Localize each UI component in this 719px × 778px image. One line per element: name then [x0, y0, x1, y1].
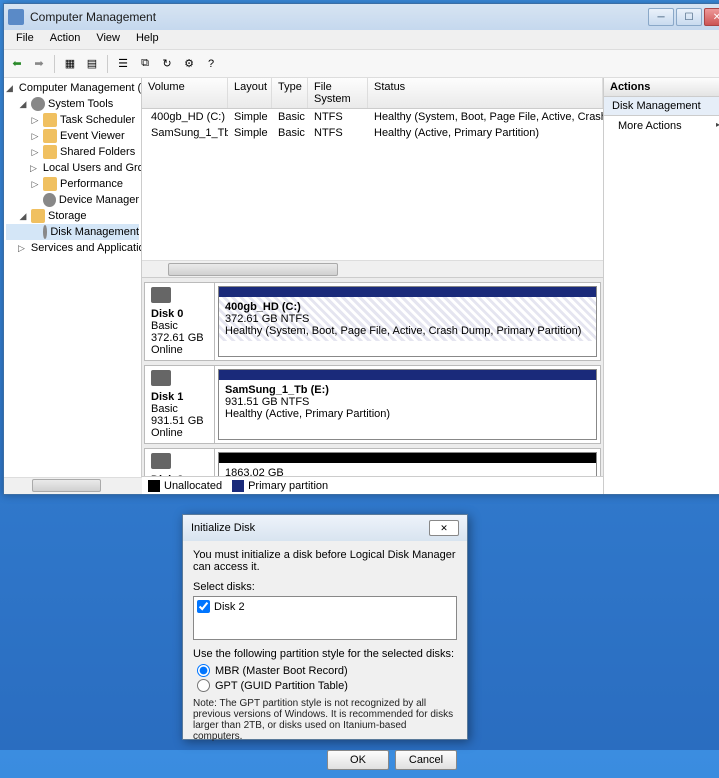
folder-icon: [43, 129, 57, 143]
computer-management-window: Computer Management ─ ☐ ✕ File Action Vi…: [3, 3, 719, 495]
actions-panel: Actions Disk Management▴ More Actions▸: [604, 78, 719, 494]
tree-services[interactable]: Services and Applications: [31, 242, 142, 254]
volume-list[interactable]: Volume Layout Type File System Status 40…: [142, 78, 603, 278]
titlebar[interactable]: Computer Management ─ ☐ ✕: [4, 4, 719, 30]
col-type[interactable]: Type: [272, 78, 308, 108]
disk-listbox[interactable]: Disk 2: [193, 596, 457, 640]
forward-button[interactable]: ➡: [30, 55, 48, 73]
tree-root[interactable]: Computer Management (Local: [19, 82, 142, 94]
menubar: File Action View Help: [4, 30, 719, 50]
gpt-note: Note: The GPT partition style is not rec…: [193, 698, 457, 742]
maximize-button[interactable]: ☐: [676, 8, 702, 26]
toolbar-icon-4[interactable]: ⧉: [136, 55, 154, 73]
tree-task[interactable]: Task Scheduler: [60, 114, 135, 126]
legend-unallocated-swatch: [148, 480, 160, 492]
gpt-radio-row[interactable]: GPT (GUID Partition Table): [197, 679, 453, 692]
minimize-button[interactable]: ─: [648, 8, 674, 26]
mbr-radio[interactable]: [197, 664, 210, 677]
device-icon: [43, 193, 56, 207]
folder-icon: [43, 145, 57, 159]
gpt-radio[interactable]: [197, 679, 210, 692]
disk-icon: [151, 287, 171, 303]
actions-more[interactable]: More Actions▸: [604, 116, 719, 136]
tree-scrollbar[interactable]: [4, 477, 142, 494]
menu-file[interactable]: File: [8, 30, 42, 49]
tree-storage[interactable]: Storage: [48, 210, 87, 222]
disk-row[interactable]: Disk 0Basic372.61 GBOnline 400gb_HD (C:)…: [144, 282, 601, 361]
tree-diskmgmt[interactable]: Disk Management: [50, 226, 139, 238]
storage-icon: [31, 209, 45, 223]
legend: Unallocated Primary partition: [142, 476, 603, 494]
tools-icon: [31, 97, 45, 111]
folder-icon: [43, 113, 57, 127]
refresh-icon[interactable]: ↻: [158, 55, 176, 73]
tree-shared[interactable]: Shared Folders: [60, 146, 135, 158]
volume-scrollbar[interactable]: [142, 260, 603, 277]
actions-diskmgmt[interactable]: Disk Management▴: [604, 97, 719, 116]
tree-perf[interactable]: Performance: [60, 178, 123, 190]
disk-icon: [151, 370, 171, 386]
legend-primary: Primary partition: [248, 480, 328, 492]
mbr-radio-row[interactable]: MBR (Master Boot Record): [197, 664, 453, 677]
actions-header: Actions: [604, 78, 719, 97]
back-button[interactable]: ⬅: [8, 55, 26, 73]
legend-unallocated: Unallocated: [164, 480, 222, 492]
menu-view[interactable]: View: [88, 30, 128, 49]
help-icon[interactable]: ?: [202, 55, 220, 73]
disk-row[interactable]: Disk 2Unknown1863.02 GBNot Initialized 1…: [144, 448, 601, 476]
initialize-disk-dialog: Initialize Disk ✕ You must initialize a …: [182, 514, 468, 740]
app-icon: [8, 9, 24, 25]
disk-checkbox-row[interactable]: Disk 2: [197, 600, 453, 613]
partition-style-label: Use the following partition style for th…: [193, 648, 457, 660]
toolbar-icon-3[interactable]: ☰: [114, 55, 132, 73]
tree-event[interactable]: Event Viewer: [60, 130, 125, 142]
toolbar-icon-2[interactable]: ▤: [83, 55, 101, 73]
disk-graphical-view: Disk 0Basic372.61 GBOnline 400gb_HD (C:)…: [142, 278, 603, 476]
nav-tree[interactable]: ◢Computer Management (Local ◢System Tool…: [4, 78, 142, 494]
partition[interactable]: 1863.02 GBUnallocated: [218, 452, 597, 476]
volume-row[interactable]: SamSung_1_Tb (E:) Simple Basic NTFS Heal…: [142, 125, 603, 141]
dialog-close-button[interactable]: ✕: [429, 520, 459, 536]
divider: [54, 55, 55, 73]
legend-primary-swatch: [232, 480, 244, 492]
partition[interactable]: SamSung_1_Tb (E:)931.51 GB NTFSHealthy (…: [218, 369, 597, 440]
disk-checkbox[interactable]: [197, 600, 210, 613]
menu-help[interactable]: Help: [128, 30, 167, 49]
tree-systools[interactable]: System Tools: [48, 98, 113, 110]
ok-button[interactable]: OK: [327, 750, 389, 770]
menu-action[interactable]: Action: [42, 30, 89, 49]
divider: [107, 55, 108, 73]
col-layout[interactable]: Layout: [228, 78, 272, 108]
col-volume[interactable]: Volume: [142, 78, 228, 108]
disk-row[interactable]: Disk 1Basic931.51 GBOnline SamSung_1_Tb …: [144, 365, 601, 444]
select-disks-label: Select disks:: [193, 581, 457, 593]
folder-icon: [43, 177, 57, 191]
disk-icon: [43, 225, 47, 239]
partition[interactable]: 400gb_HD (C:)372.61 GB NTFSHealthy (Syst…: [218, 286, 597, 357]
toolbar: ⬅ ➡ ▦ ▤ ☰ ⧉ ↻ ⚙ ?: [4, 50, 719, 78]
volume-row[interactable]: 400gb_HD (C:) Simple Basic NTFS Healthy …: [142, 109, 603, 125]
window-title: Computer Management: [30, 10, 648, 24]
dialog-message: You must initialize a disk before Logica…: [193, 549, 457, 573]
toolbar-icon-6[interactable]: ⚙: [180, 55, 198, 73]
cancel-button[interactable]: Cancel: [395, 750, 457, 770]
col-filesystem[interactable]: File System: [308, 78, 368, 108]
tree-users[interactable]: Local Users and Groups: [43, 162, 142, 174]
dialog-titlebar[interactable]: Initialize Disk ✕: [183, 515, 467, 541]
main-panel: Volume Layout Type File System Status 40…: [142, 78, 604, 494]
disk-icon: [151, 453, 171, 469]
tree-devmgr[interactable]: Device Manager: [59, 194, 139, 206]
toolbar-icon-1[interactable]: ▦: [61, 55, 79, 73]
col-status[interactable]: Status: [368, 78, 603, 108]
close-button[interactable]: ✕: [704, 8, 719, 26]
dialog-title: Initialize Disk: [191, 522, 429, 534]
